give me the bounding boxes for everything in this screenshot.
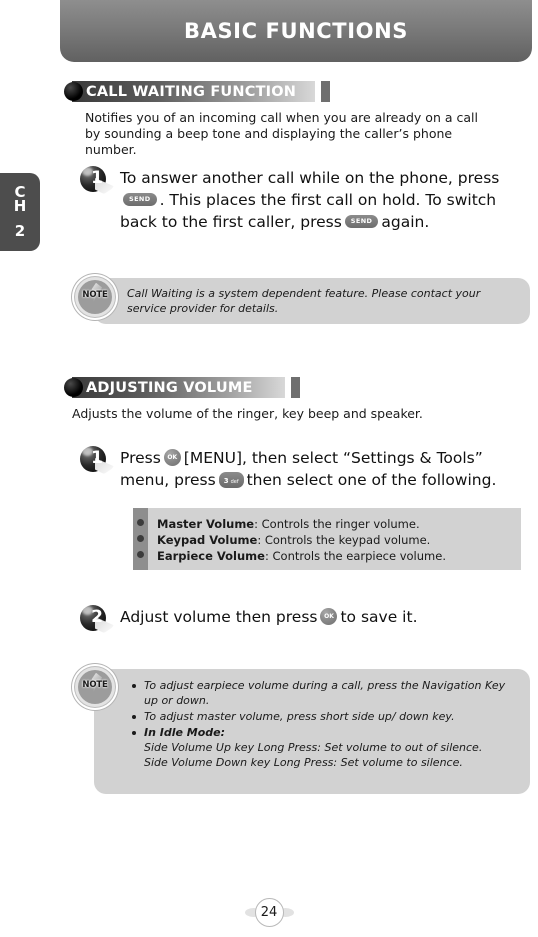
note-badge: NOTE xyxy=(72,274,118,320)
step-text-part2: . This places the first call on hold. To… xyxy=(120,191,497,231)
step-text: Press OK [MENU], then select “Settings & T… xyxy=(120,446,528,491)
step-text-part1: To answer another call while on the phon… xyxy=(120,169,500,187)
section-bullet-icon xyxy=(64,378,83,397)
step-text-part2: to save it. xyxy=(340,608,418,626)
volume-option-desc: : Controls the earpiece volume. xyxy=(264,549,446,563)
note-item-line2: Side Volume Down key Long Press: Set vol… xyxy=(144,756,463,769)
step-2-adjusting-volume: 2 Adjust volume then press OK to save it. xyxy=(78,605,528,633)
section-bar-cap xyxy=(291,377,300,398)
section-description: Adjusts the volume of the ringer, key be… xyxy=(72,406,423,421)
ok-key-icon[interactable]: OK xyxy=(163,449,181,466)
send-key-icon[interactable]: SEND xyxy=(123,193,157,206)
send-key-icon[interactable]: SEND xyxy=(344,215,379,228)
note-item-text: To adjust earpiece volume during a call,… xyxy=(144,679,506,707)
section-description: Notifies you of an incoming call when yo… xyxy=(85,110,478,157)
step-number: 2 xyxy=(91,607,103,627)
step-text-part1: Press xyxy=(120,449,161,467)
volume-options-box: Master Volume: Controls the ringer volum… xyxy=(133,508,521,570)
step-number: 1 xyxy=(91,448,103,468)
section-title: ADJUSTING VOLUME xyxy=(86,379,253,396)
note-adjusting-volume: NOTE To adjust earpiece volume during a … xyxy=(72,664,532,794)
step-number: 1 xyxy=(91,168,103,188)
list-item: In Idle Mode: Side Volume Up key Long Pr… xyxy=(130,725,520,770)
list-item: Master Volume: Controls the ringer volum… xyxy=(157,516,446,532)
page-title: BASIC FUNCTIONS xyxy=(184,19,408,43)
step-marker: 2 xyxy=(78,605,120,633)
number-key-3-icon[interactable]: 3 def xyxy=(218,471,244,488)
step-marker: 1 xyxy=(78,446,120,474)
page-header: BASIC FUNCTIONS xyxy=(60,0,532,62)
number-key-digit: 3 xyxy=(223,476,229,485)
volume-option-bullet-icon xyxy=(137,551,144,558)
step-1-adjusting-volume: 1 Press OK [MENU], then select “Settings &… xyxy=(78,446,528,491)
note-item-text: To adjust master volume, press short sid… xyxy=(144,710,455,723)
note-text: To adjust earpiece volume during a call,… xyxy=(130,678,520,771)
list-item: To adjust master volume, press short sid… xyxy=(130,709,520,724)
section-header-bar: ADJUSTING VOLUME xyxy=(60,377,532,398)
note-call-waiting: NOTE Call Waiting is a system dependent … xyxy=(72,274,532,326)
step-text-part3: again. xyxy=(381,213,430,231)
note-text: Call Waiting is a system dependent featu… xyxy=(127,287,481,315)
note-item-line1: Side Volume Up key Long Press: Set volum… xyxy=(144,741,483,754)
volume-option-name: Earpiece Volume xyxy=(157,549,265,563)
list-item: Earpiece Volume: Controls the earpiece v… xyxy=(157,548,446,564)
note-list: To adjust earpiece volume during a call,… xyxy=(130,678,520,770)
section-call-waiting: CALL WAITING FUNCTION Notifies you of an… xyxy=(60,81,532,158)
step-text-part3: then select one of the following. xyxy=(246,471,497,489)
ok-key-icon[interactable]: OK xyxy=(320,608,338,625)
step-text: Adjust volume then press OK to save it. xyxy=(120,605,520,628)
step-1-call-waiting: 1 To answer another call while on the ph… xyxy=(78,166,518,233)
list-item: Keypad Volume: Controls the keypad volum… xyxy=(157,532,446,548)
note-item-strong: In Idle Mode: xyxy=(144,726,226,739)
volume-option-bullet-icon xyxy=(137,519,144,526)
note-badge: NOTE xyxy=(72,664,118,710)
number-key-letters: def xyxy=(230,478,239,485)
section-header-bar: CALL WAITING FUNCTION xyxy=(60,81,532,102)
volume-option-desc: : Controls the ringer volume. xyxy=(254,517,420,531)
note-badge-label: NOTE xyxy=(82,680,108,690)
volume-option-bullet-icon xyxy=(137,535,144,542)
step-text-part1: Adjust volume then press xyxy=(120,608,318,626)
list-item: To adjust earpiece volume during a call,… xyxy=(130,678,520,708)
volume-option-desc: : Controls the keypad volume. xyxy=(257,533,431,547)
volume-option-name: Keypad Volume xyxy=(157,533,258,547)
chapter-tab: C H 2 xyxy=(0,173,40,251)
section-bullet-icon xyxy=(64,82,83,101)
page-number: 24 xyxy=(254,898,284,927)
note-badge-label: NOTE xyxy=(82,290,108,300)
section-adjusting-volume: ADJUSTING VOLUME Adjusts the volume of t… xyxy=(60,377,532,422)
volume-option-name: Master Volume xyxy=(157,517,255,531)
section-bar-cap xyxy=(321,81,330,102)
step-text: To answer another call while on the phon… xyxy=(120,166,516,233)
step-marker: 1 xyxy=(78,166,120,194)
section-title: CALL WAITING FUNCTION xyxy=(86,83,297,100)
volume-options-list: Master Volume: Controls the ringer volum… xyxy=(157,516,446,564)
footer: 24 xyxy=(0,898,538,927)
chapter-tab-line2: H xyxy=(13,196,27,215)
chapter-tab-number: 2 xyxy=(14,221,26,240)
